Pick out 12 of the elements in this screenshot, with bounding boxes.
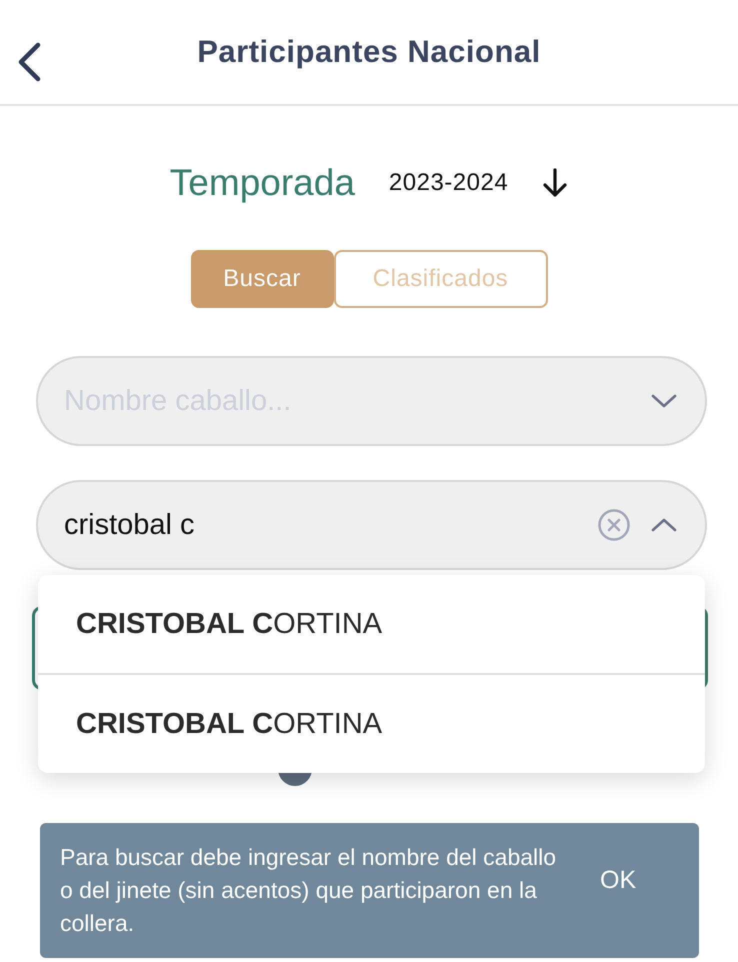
chevron-up-icon[interactable] <box>651 517 677 533</box>
chevron-down-icon[interactable] <box>651 393 677 409</box>
back-icon[interactable] <box>16 42 42 82</box>
suggestion-item[interactable]: CRISTOBAL CORTINA <box>38 673 705 773</box>
snackbar-message: Para buscar debe ingresar el nombre del caballo o del jinete (sin acentos) que participaron en la collera. <box>60 843 558 938</box>
page-title: Participantes Nacional <box>197 34 541 70</box>
rider-field[interactable]: cristobal c <box>36 480 707 570</box>
ok-button[interactable]: OK <box>590 866 666 915</box>
season-value[interactable]: 2023-2024 <box>388 169 508 197</box>
season-label: Temporada <box>170 162 355 204</box>
suggestion-item[interactable]: CRISTOBAL CORTINA <box>38 575 705 673</box>
arrow-down-icon[interactable] <box>542 168 568 198</box>
